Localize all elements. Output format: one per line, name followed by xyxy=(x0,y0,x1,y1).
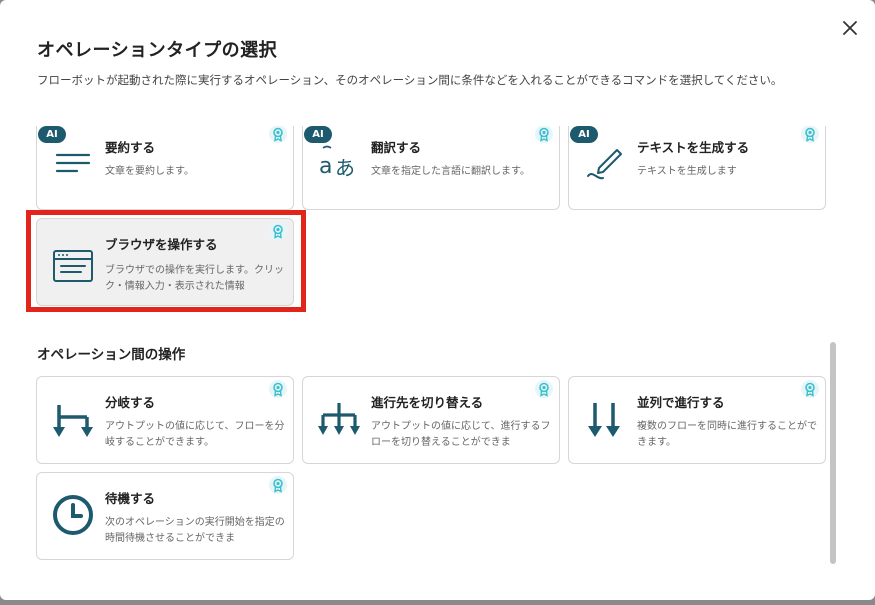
translate-icon: a あ xyxy=(317,140,361,184)
dialog-description: フローボットが起動された際に実行するオペレーション、そのオペレーション間に条件な… xyxy=(37,73,783,87)
operation-type-dialog: オペレーションタイプの選択 フローボットが起動された際に実行するオペレーション、… xyxy=(0,0,875,600)
badge-icon xyxy=(269,380,287,398)
svg-text:あ: あ xyxy=(335,156,355,180)
card-description: ブラウザでの操作を実行します。クリック・情報入力・表示された情報 xyxy=(105,265,284,292)
card-title: 進行先を切り替える xyxy=(371,395,484,410)
card-description: アウトプットの値に応じて、進行するフローを切り替えることができま xyxy=(371,421,551,448)
branch-icon xyxy=(51,399,95,443)
card-description: 複数のフローを同時に進行することができます。 xyxy=(637,421,817,448)
card-title: テキストを生成する xyxy=(637,140,750,155)
card-title: 並列で進行する xyxy=(637,395,725,410)
card-description: 文章を要約します。 xyxy=(105,166,194,177)
section-title: オペレーション間の操作 xyxy=(37,347,186,363)
card-title: 翻訳する xyxy=(371,140,422,155)
card-generate-text[interactable]: テキストを生成する テキストを生成します xyxy=(568,126,826,210)
card-description: 次のオペレーションの実行開始を指定の時間待機させることができま xyxy=(105,517,285,544)
badge-icon xyxy=(269,126,287,143)
close-button[interactable] xyxy=(838,16,862,40)
clock-icon xyxy=(51,493,95,537)
dialog-title: オペレーションタイプの選択 xyxy=(37,40,278,61)
card-summarize[interactable]: 要約する 文章を要約します。 xyxy=(36,126,294,210)
card-browser-operation[interactable]: ブラウザを操作する ブラウザでの操作を実行します。クリック・情報入力・表示された… xyxy=(36,218,294,306)
pen-write-icon xyxy=(583,140,627,184)
ai-tag: AI xyxy=(570,126,598,143)
card-title: ブラウザを操作する xyxy=(105,237,218,252)
badge-icon xyxy=(801,126,819,143)
card-wait[interactable]: 待機する 次のオペレーションの実行開始を指定の時間待機させることができま xyxy=(36,472,294,560)
card-description: テキストを生成します xyxy=(637,166,737,177)
operation-list: 要約する 文章を要約します。 AI a あ 翻訳する 文章を指定した言語に翻訳し… xyxy=(20,126,840,566)
badge-icon xyxy=(269,476,287,494)
card-description: アウトプットの値に応じて、フローを分岐することができます。 xyxy=(105,421,285,448)
badge-icon xyxy=(535,126,553,143)
browser-window-icon xyxy=(51,245,95,289)
switch-path-icon xyxy=(317,399,361,443)
parallel-arrows-icon xyxy=(583,399,627,443)
card-translate[interactable]: a あ 翻訳する 文章を指定した言語に翻訳します。 xyxy=(302,126,560,210)
badge-icon xyxy=(801,380,819,398)
svg-text:a: a xyxy=(319,154,332,179)
scrollbar-thumb[interactable] xyxy=(830,342,836,564)
ai-tag: AI xyxy=(304,126,332,143)
card-switch-path[interactable]: 進行先を切り替える アウトプットの値に応じて、進行するフローを切り替えることがで… xyxy=(302,376,560,464)
card-parallel[interactable]: 並列で進行する 複数のフローを同時に進行することができます。 xyxy=(568,376,826,464)
summary-lines-icon xyxy=(51,140,95,184)
card-title: 待機する xyxy=(105,491,156,506)
card-title: 要約する xyxy=(105,140,156,155)
card-description: 文章を指定した言語に翻訳します。 xyxy=(371,166,530,177)
badge-icon xyxy=(535,380,553,398)
card-branch[interactable]: 分岐する アウトプットの値に応じて、フローを分岐することができます。 xyxy=(36,376,294,464)
ai-tag: AI xyxy=(38,126,66,143)
badge-icon xyxy=(269,222,287,240)
card-title: 分岐する xyxy=(105,395,156,410)
close-icon xyxy=(843,21,857,35)
